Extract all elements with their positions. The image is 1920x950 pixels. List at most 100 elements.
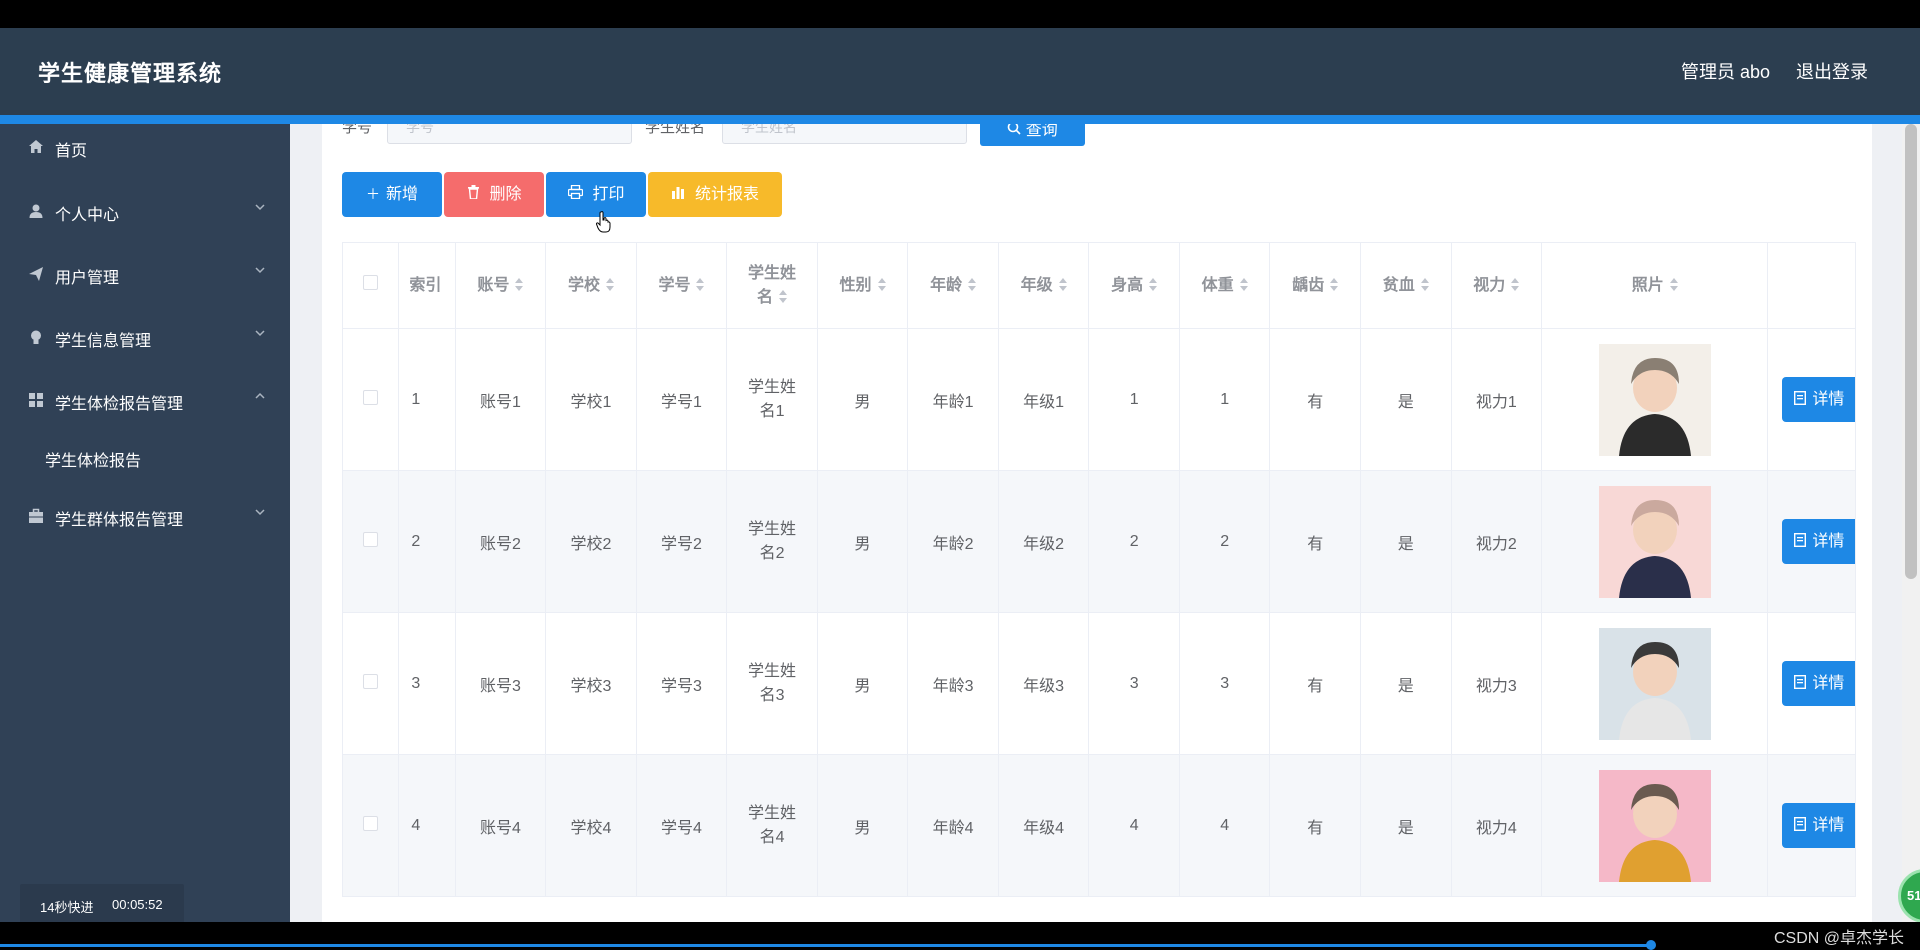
sort-icon[interactable] xyxy=(1669,278,1678,292)
table-cell: 学生姓名1 xyxy=(726,328,818,471)
delete-button[interactable]: 删除 xyxy=(444,172,544,217)
table-cell: 账号4 xyxy=(454,754,547,897)
sidebar-item-label: 首页 xyxy=(55,143,88,160)
document-icon xyxy=(1794,674,1807,690)
student-name-input[interactable]: 学生姓名 xyxy=(722,124,967,144)
column-header[interactable]: 视力 xyxy=(1450,242,1543,329)
student-photo xyxy=(1598,485,1711,598)
watermark: CSDN @卓杰学长 xyxy=(1773,930,1904,947)
table-cell: 年龄3 xyxy=(907,612,999,755)
column-header[interactable]: 学生姓名 xyxy=(726,242,818,329)
sidebar-item-personal-center[interactable]: 个人中心 xyxy=(0,188,290,234)
row-checkbox[interactable] xyxy=(363,815,379,831)
column-header[interactable]: 年级 xyxy=(997,242,1090,329)
scrollbar-thumb[interactable] xyxy=(1905,124,1917,579)
sidebar-item-student-info[interactable]: 学生信息管理 xyxy=(0,314,290,360)
table-cell: 3 xyxy=(398,612,456,755)
table-cell: 账号3 xyxy=(454,612,547,755)
table-cell: 4 xyxy=(398,754,456,897)
column-header[interactable]: 年龄 xyxy=(907,242,999,329)
sidebar-item-health-report-mgmt[interactable]: 学生体检报告管理 xyxy=(0,377,290,423)
grid-icon xyxy=(28,392,44,408)
table-row[interactable]: 3 账号3 学校3 学号3 学生姓名3 男年龄3 年级3 3 3 有是视力3 详情 xyxy=(341,612,1856,755)
sidebar-item-label: 用户管理 xyxy=(55,270,120,287)
report-button[interactable]: 统计报表 xyxy=(648,172,782,217)
column-header[interactable]: 贫血 xyxy=(1359,242,1452,329)
detail-button[interactable]: 详情 xyxy=(1782,377,1855,422)
sort-icon[interactable] xyxy=(1511,278,1520,292)
sort-icon[interactable] xyxy=(605,278,614,292)
table-cell: 年龄4 xyxy=(907,754,999,897)
sort-icon[interactable] xyxy=(1239,278,1248,292)
select-all-checkbox-cell[interactable] xyxy=(341,242,400,329)
table-cell: 账号2 xyxy=(454,470,547,613)
column-header[interactable]: 学号 xyxy=(635,242,728,329)
progress-handle[interactable] xyxy=(1646,940,1656,950)
logout-link[interactable]: 退出登录 xyxy=(1796,58,1868,84)
table-cell: 学生姓名3 xyxy=(726,612,818,755)
row-checkbox-cell[interactable] xyxy=(341,470,400,613)
column-header: 索引 xyxy=(398,242,456,329)
select-all-checkbox[interactable] xyxy=(363,274,379,290)
table-cell: 视力2 xyxy=(1450,470,1543,613)
sort-icon[interactable] xyxy=(877,278,886,292)
search-bar: 学号 学号 学生姓名 学生姓名 查询 xyxy=(322,124,1872,146)
column-header[interactable]: 学校 xyxy=(545,242,637,329)
sort-icon[interactable] xyxy=(515,278,524,292)
detail-button[interactable]: 详情 xyxy=(1782,661,1855,706)
sort-icon[interactable] xyxy=(1058,278,1067,292)
table-cell: 男 xyxy=(816,328,909,471)
column-header[interactable]: 龋齿 xyxy=(1269,242,1361,329)
row-checkbox[interactable] xyxy=(363,389,379,405)
detail-button[interactable]: 详情 xyxy=(1782,519,1855,564)
detail-button-label: 详情 xyxy=(1812,391,1845,408)
detail-button-label: 详情 xyxy=(1812,675,1845,692)
table-row[interactable]: 4 账号4 学校4 学号4 学生姓名4 男年龄4 年级4 4 4 有是视力4 详情 xyxy=(341,754,1856,897)
column-header[interactable]: 性别 xyxy=(816,242,909,329)
trash-icon xyxy=(467,185,484,202)
table-cell: 有 xyxy=(1269,754,1361,897)
vertical-scrollbar[interactable] xyxy=(1902,124,1920,922)
sidebar-item-label: 学生信息管理 xyxy=(55,333,152,350)
table-row[interactable]: 1 账号1 学校1 学号1 学生姓名1 男年龄1 年级1 1 1 有是视力1 详情 xyxy=(341,328,1856,471)
detail-button[interactable]: 详情 xyxy=(1782,803,1855,848)
column-header[interactable]: 身高 xyxy=(1088,242,1180,329)
row-checkbox[interactable] xyxy=(363,673,379,689)
print-button-label: 打印 xyxy=(592,186,625,203)
header-accent-bar xyxy=(0,115,1920,124)
table-row[interactable]: 2 账号2 学校2 学号2 学生姓名2 男年龄2 年级2 2 2 有是视力2 详情 xyxy=(341,470,1856,613)
sort-icon[interactable] xyxy=(779,290,788,304)
column-header[interactable]: 账号 xyxy=(454,242,547,329)
row-checkbox-cell[interactable] xyxy=(341,328,400,471)
add-button[interactable]: ＋ 新增 xyxy=(342,172,442,217)
query-button[interactable]: 查询 xyxy=(980,124,1085,146)
photo-cell xyxy=(1541,754,1769,897)
table-cell: 有 xyxy=(1269,612,1361,755)
column-header[interactable]: 照片 xyxy=(1541,242,1769,329)
sort-icon[interactable] xyxy=(1149,278,1158,292)
sidebar-item-user-management[interactable]: 用户管理 xyxy=(0,251,290,297)
row-checkbox[interactable] xyxy=(363,531,379,547)
sidebar-item-group-report-mgmt[interactable]: 学生群体报告管理 xyxy=(0,493,290,539)
sidebar-item-health-report[interactable]: 学生体检报告 xyxy=(0,434,290,480)
row-checkbox-cell[interactable] xyxy=(341,754,400,897)
table-cell: 学校2 xyxy=(545,470,637,613)
sort-icon[interactable] xyxy=(1330,278,1339,292)
column-header[interactable]: 体重 xyxy=(1178,242,1271,329)
student-name-label: 学生姓名 xyxy=(645,124,706,136)
sidebar-item-label: 学生体检报告 xyxy=(45,453,142,470)
sort-icon[interactable] xyxy=(696,278,705,292)
playback-timer: 14秒快进 00:05:52 xyxy=(20,884,184,926)
table-cell: 学校4 xyxy=(545,754,637,897)
home-icon xyxy=(28,139,44,155)
document-icon xyxy=(1794,816,1807,832)
sort-icon[interactable] xyxy=(1420,278,1429,292)
sidebar-item-home[interactable]: 首页 xyxy=(0,124,290,170)
row-checkbox-cell[interactable] xyxy=(341,612,400,755)
sort-icon[interactable] xyxy=(968,278,977,292)
table-cell: 1 xyxy=(1088,328,1180,471)
plus-icon: ＋ xyxy=(365,186,380,202)
actions-header xyxy=(1767,242,1856,329)
student-id-input[interactable]: 学号 xyxy=(387,124,632,144)
bulb-icon xyxy=(28,329,44,345)
